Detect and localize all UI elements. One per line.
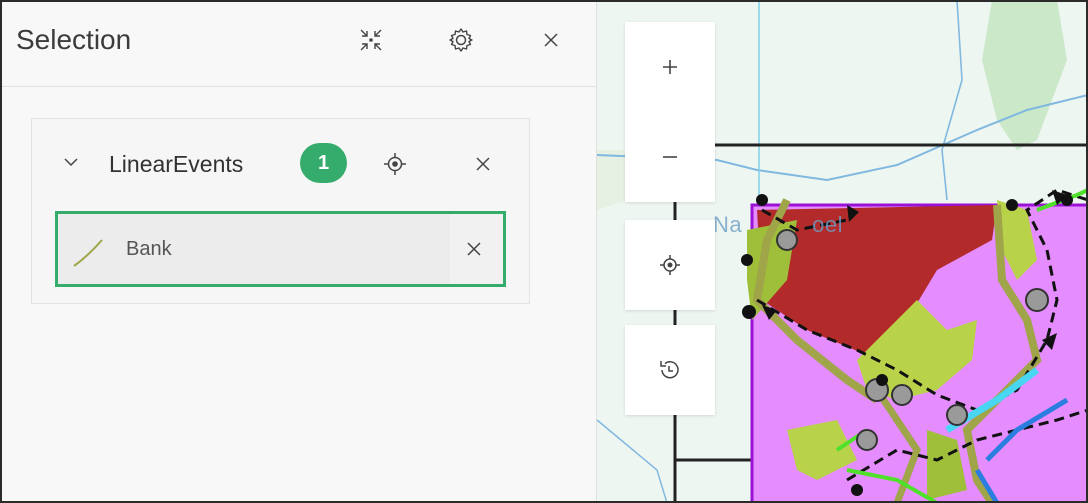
panel-header: Selection <box>0 0 597 87</box>
chevron-down-icon <box>64 158 78 167</box>
close-icon <box>467 242 481 256</box>
history-control <box>625 325 715 415</box>
expand-toggle[interactable] <box>58 149 84 175</box>
map-place-label: Na oel <box>713 212 843 237</box>
zoom-out-button[interactable] <box>625 112 715 202</box>
locate-control <box>625 220 715 310</box>
locate-icon <box>384 153 406 175</box>
remove-feature-button[interactable] <box>455 230 493 268</box>
history-icon <box>660 361 679 379</box>
panel-title: Selection <box>16 24 132 55</box>
clear-layer-button[interactable] <box>464 145 502 183</box>
collapse-button[interactable] <box>351 20 391 60</box>
close-icon <box>544 33 558 47</box>
close-panel-button[interactable] <box>531 20 571 60</box>
selection-count-badge: 1 <box>300 143 347 183</box>
gear-icon <box>449 28 473 52</box>
layer-group-card: LinearEvents 1 Bank <box>31 118 530 304</box>
line-feature-icon <box>73 239 103 267</box>
collapse-icon <box>360 29 382 51</box>
feature-label: Bank <box>126 238 172 260</box>
feature-item[interactable]: Bank <box>55 211 506 287</box>
locate-button[interactable] <box>625 220 715 310</box>
zoom-control <box>625 22 715 202</box>
zoom-in-button[interactable] <box>625 22 715 112</box>
layer-group-header: LinearEvents 1 <box>32 119 529 211</box>
zoom-to-layer-button[interactable] <box>376 145 414 183</box>
settings-button[interactable] <box>441 20 481 60</box>
zoom-out-icon <box>663 156 677 158</box>
history-button[interactable] <box>625 325 715 415</box>
feature-item-body[interactable]: Bank <box>58 214 450 284</box>
selection-panel: Selection LinearEvents 1 Bank <box>0 0 597 503</box>
zoom-in-icon <box>663 60 677 74</box>
locate-icon <box>660 255 680 275</box>
layer-name: LinearEvents <box>109 151 244 177</box>
close-icon <box>476 157 490 171</box>
